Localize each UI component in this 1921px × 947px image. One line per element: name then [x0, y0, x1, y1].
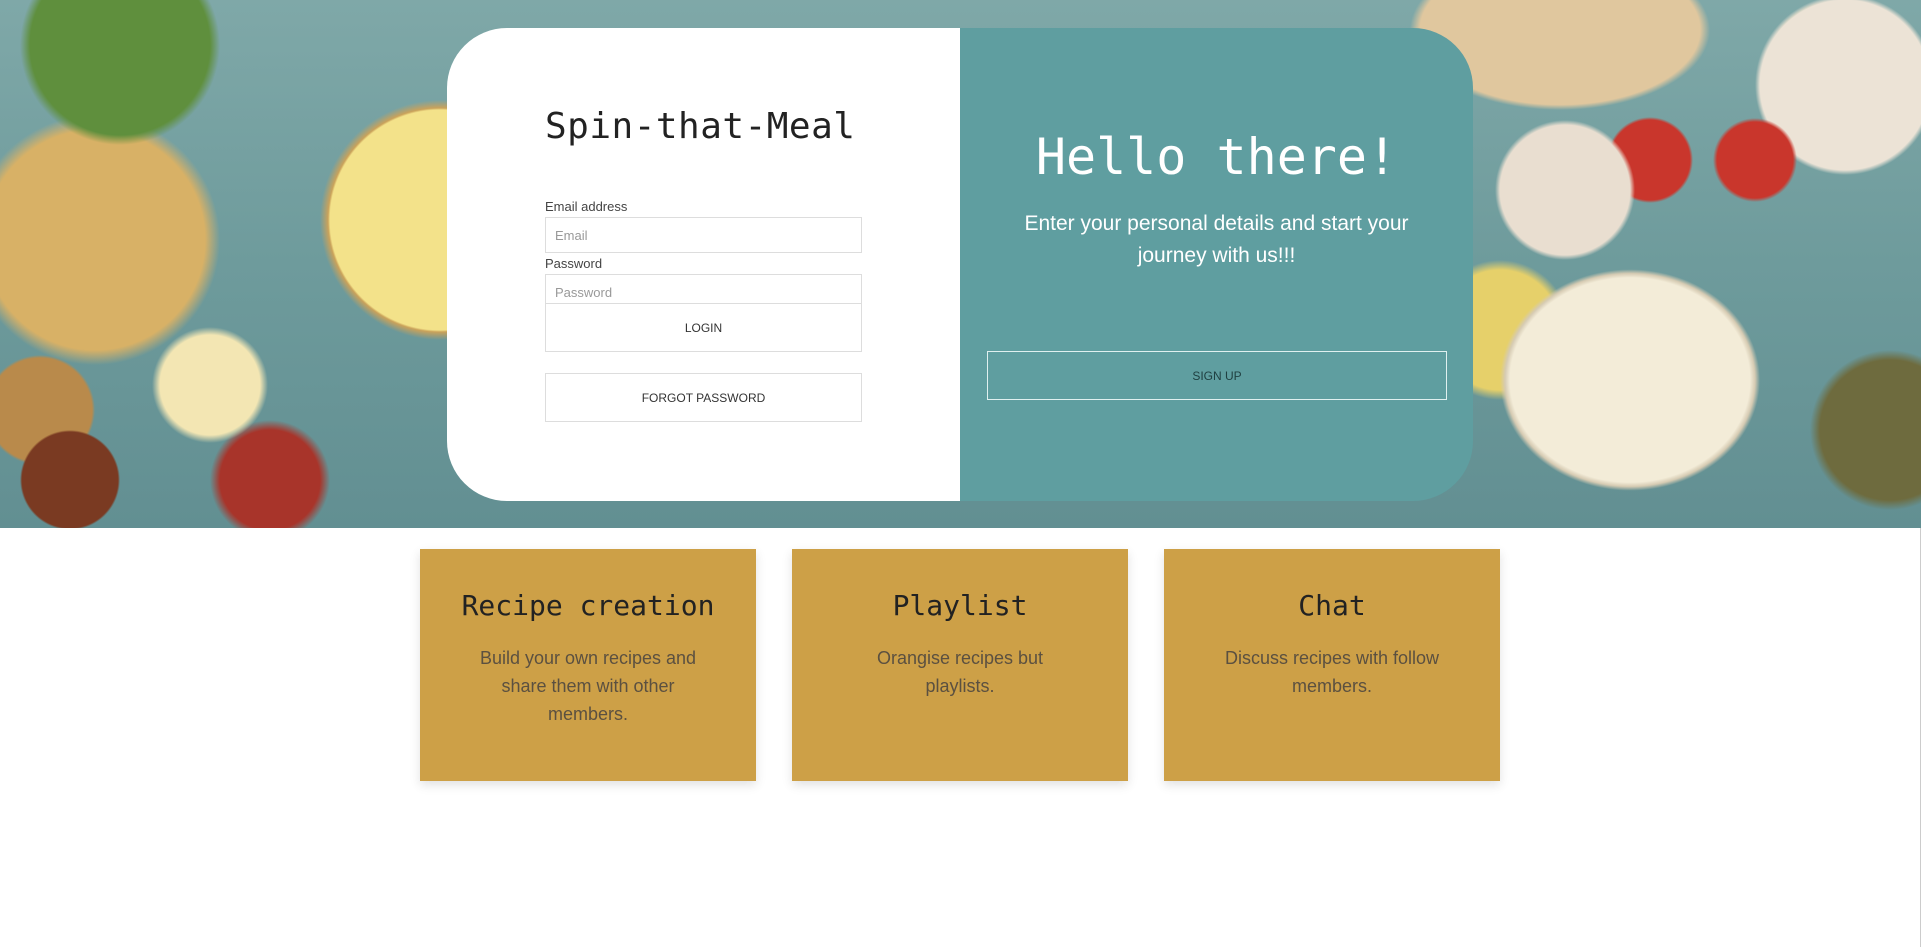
feature-card-playlist: Playlist Orangise recipes but playlists.	[792, 549, 1128, 781]
feature-title: Chat	[1298, 589, 1366, 622]
hero-food-background: Spin-that-Meal Email address Password LO…	[0, 0, 1921, 528]
email-field[interactable]	[545, 217, 862, 253]
hello-heading: Hello there!	[1035, 128, 1398, 186]
signup-description: Enter your personal details and start yo…	[1024, 212, 1409, 267]
login-button[interactable]: LOGIN	[545, 303, 862, 352]
login-panel: Spin-that-Meal Email address Password LO…	[447, 28, 960, 501]
features-section: Recipe creation Build your own recipes a…	[0, 549, 1921, 781]
feature-description: Build your own recipes and share them wi…	[479, 648, 697, 724]
feature-description: Discuss recipes with follow members.	[1224, 648, 1440, 696]
feature-description: Orangise recipes but playlists.	[876, 648, 1044, 696]
brand-title: Spin-that-Meal	[545, 106, 856, 147]
feature-title: Recipe creation	[461, 589, 715, 622]
auth-card: Spin-that-Meal Email address Password LO…	[447, 28, 1473, 501]
feature-title: Playlist	[892, 589, 1028, 622]
feature-card-chat: Chat Discuss recipes with follow members…	[1164, 549, 1500, 781]
email-label: Email address	[545, 199, 628, 214]
password-label: Password	[545, 256, 603, 271]
forgot-password-button[interactable]: FORGOT PASSWORD	[545, 373, 862, 422]
signup-button[interactable]: SIGN UP	[987, 351, 1447, 400]
feature-card-recipe-creation: Recipe creation Build your own recipes a…	[420, 549, 756, 781]
signup-panel: Hello there! Enter your personal details…	[960, 28, 1473, 501]
